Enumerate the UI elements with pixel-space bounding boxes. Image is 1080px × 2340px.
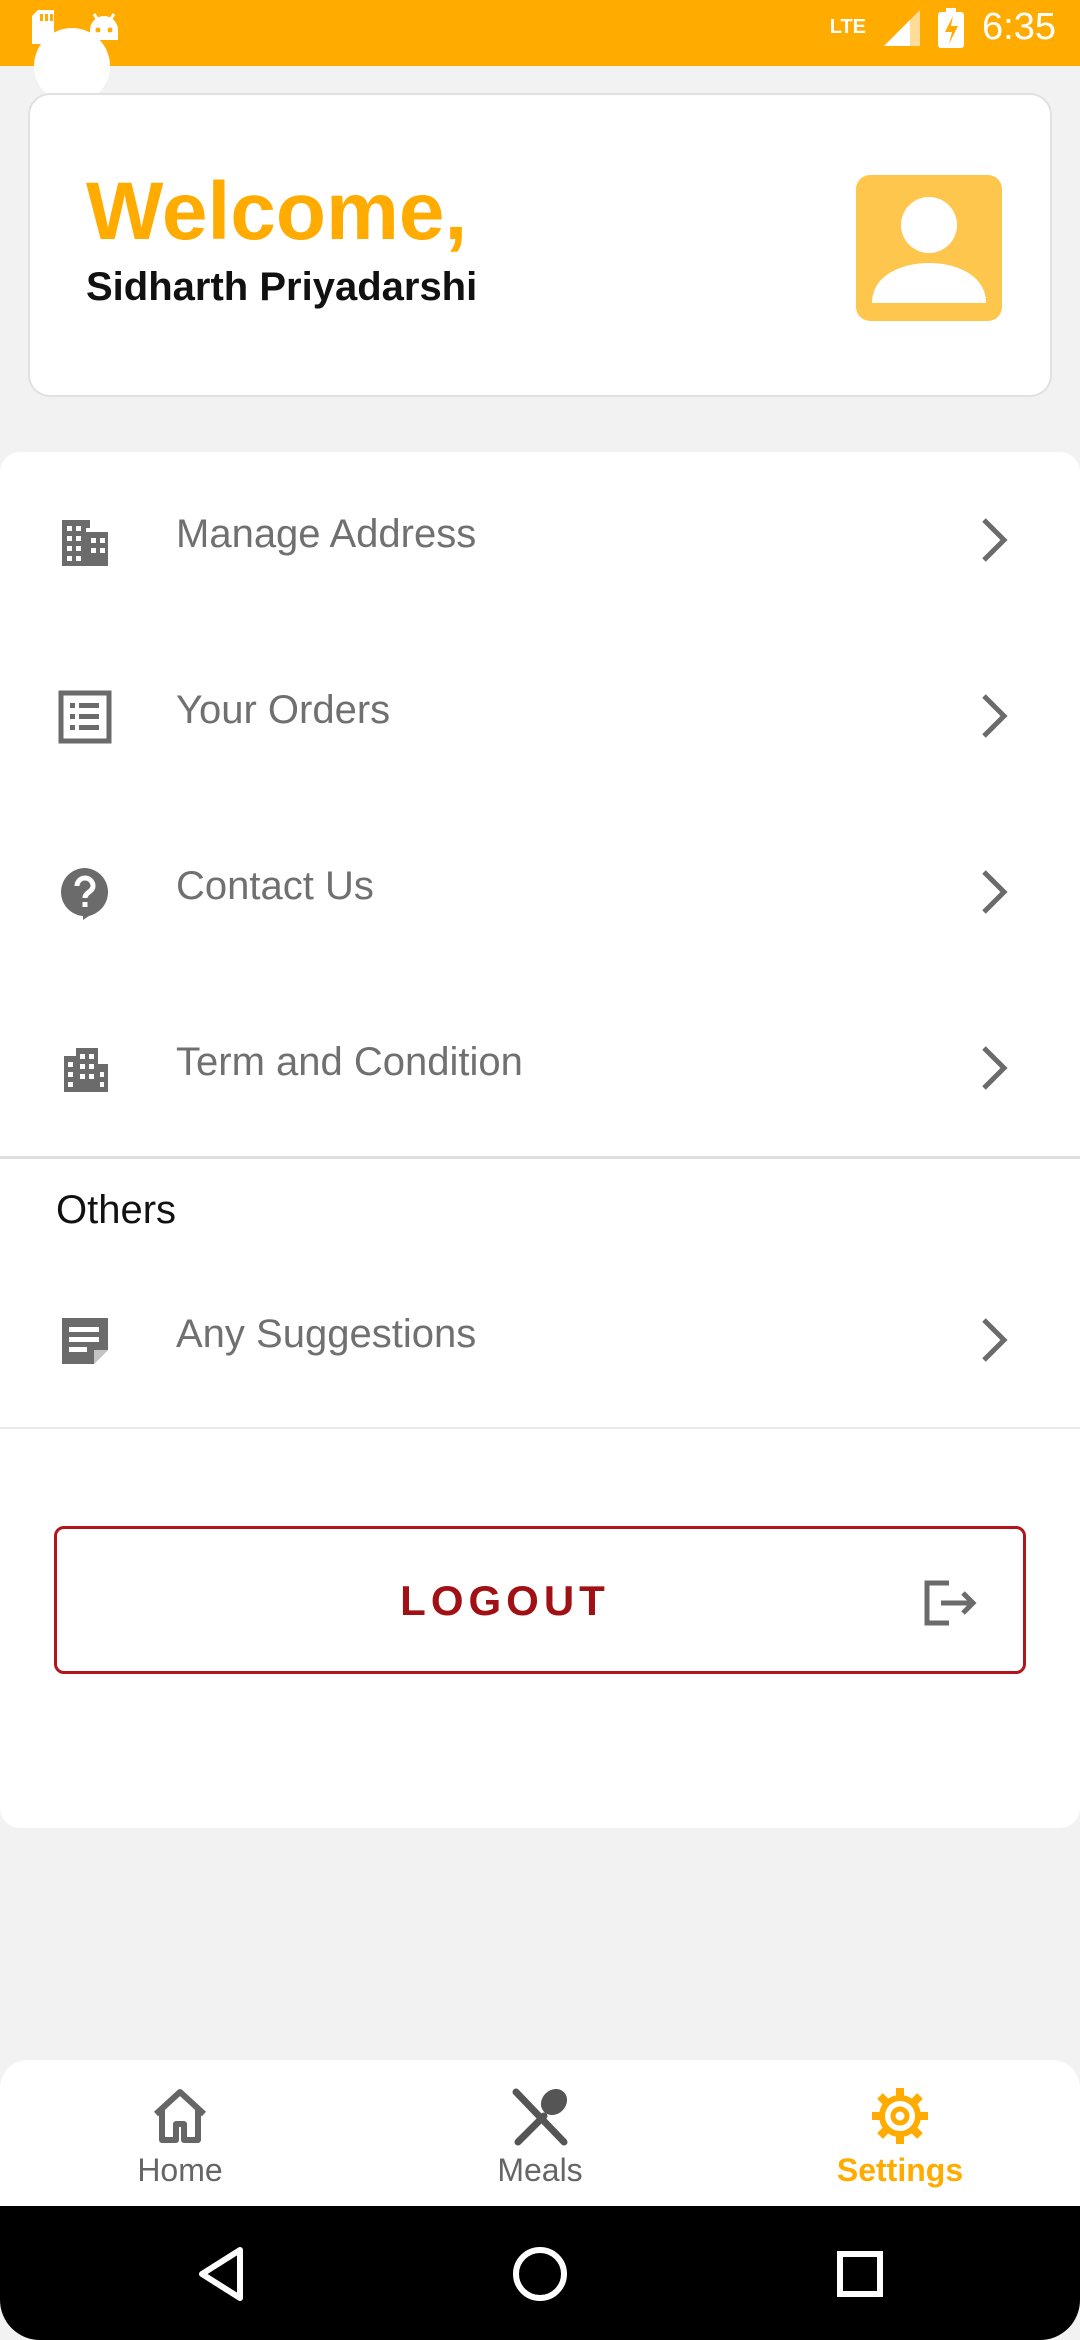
section-divider <box>0 1427 1080 1429</box>
list-icon <box>58 690 112 744</box>
menu-item-label: Contact Us <box>176 864 374 908</box>
menu-item-label: Term and Condition <box>176 1040 523 1084</box>
menu-item-label: Any Suggestions <box>176 1312 477 1356</box>
section-divider <box>0 1156 1080 1159</box>
exit-icon <box>924 1580 977 1626</box>
home-circle-icon[interactable] <box>508 2242 572 2306</box>
signal-icon <box>884 9 921 46</box>
others-section-title: Others <box>56 1188 177 1232</box>
business-icon <box>64 1048 108 1092</box>
status-right-icons: LTE 6:35 <box>830 6 1056 49</box>
avatar[interactable] <box>856 175 1002 321</box>
logout-label: LOGOUT <box>400 1577 610 1624</box>
building-icon <box>62 520 108 566</box>
chevron-right-icon <box>982 870 1008 914</box>
nav-settings[interactable]: Settings <box>800 2086 1000 2189</box>
nav-meals-label: Meals <box>497 2152 583 2188</box>
chevron-right-icon <box>982 1046 1008 1090</box>
person-icon <box>872 197 986 303</box>
status-bar: LTE 6:35 <box>0 0 1080 66</box>
chevron-right-icon <box>982 694 1008 738</box>
chevron-right-icon <box>982 518 1008 562</box>
menu-item-any-suggestions[interactable]: Any Suggestions <box>0 1252 1080 1428</box>
gear-icon <box>872 2088 928 2144</box>
welcome-card: Welcome, Sidharth Priyadarshi <box>28 93 1052 397</box>
menu-item-term-and-condition[interactable]: Term and Condition <box>0 980 1080 1156</box>
menu-item-label: Your Orders <box>176 688 391 732</box>
nav-home[interactable]: Home <box>80 2086 280 2189</box>
back-icon[interactable] <box>190 2242 254 2306</box>
system-navigation-bar <box>0 2206 1080 2340</box>
clock: 6:35 <box>982 6 1056 48</box>
help-icon <box>61 868 109 920</box>
chevron-right-icon <box>982 1318 1008 1362</box>
battery-charging-icon <box>938 7 965 48</box>
recents-icon[interactable] <box>828 2242 892 2306</box>
nav-settings-label: Settings <box>836 2152 964 2188</box>
logout-button[interactable]: LOGOUT <box>54 1526 1026 1674</box>
nav-home-label: Home <box>137 2152 223 2188</box>
nav-meals[interactable]: Meals <box>440 2086 640 2189</box>
menu-item-contact-us[interactable]: Contact Us <box>0 804 1080 980</box>
network-type: LTE <box>829 16 867 38</box>
welcome-title: Welcome, <box>86 166 468 257</box>
note-icon <box>62 1318 108 1364</box>
user-name: Sidharth Priyadarshi <box>86 265 478 309</box>
settings-menu: Manage Address Your Orders Contact Us Te… <box>0 452 1080 1828</box>
bottom-navigation: Home Meals Settings <box>0 2060 1080 2210</box>
menu-item-your-orders[interactable]: Your Orders <box>0 628 1080 804</box>
menu-item-label: Manage Address <box>176 512 477 556</box>
menu-item-manage-address[interactable]: Manage Address <box>0 452 1080 628</box>
utensils-icon <box>512 2088 568 2146</box>
home-icon <box>153 2089 207 2143</box>
